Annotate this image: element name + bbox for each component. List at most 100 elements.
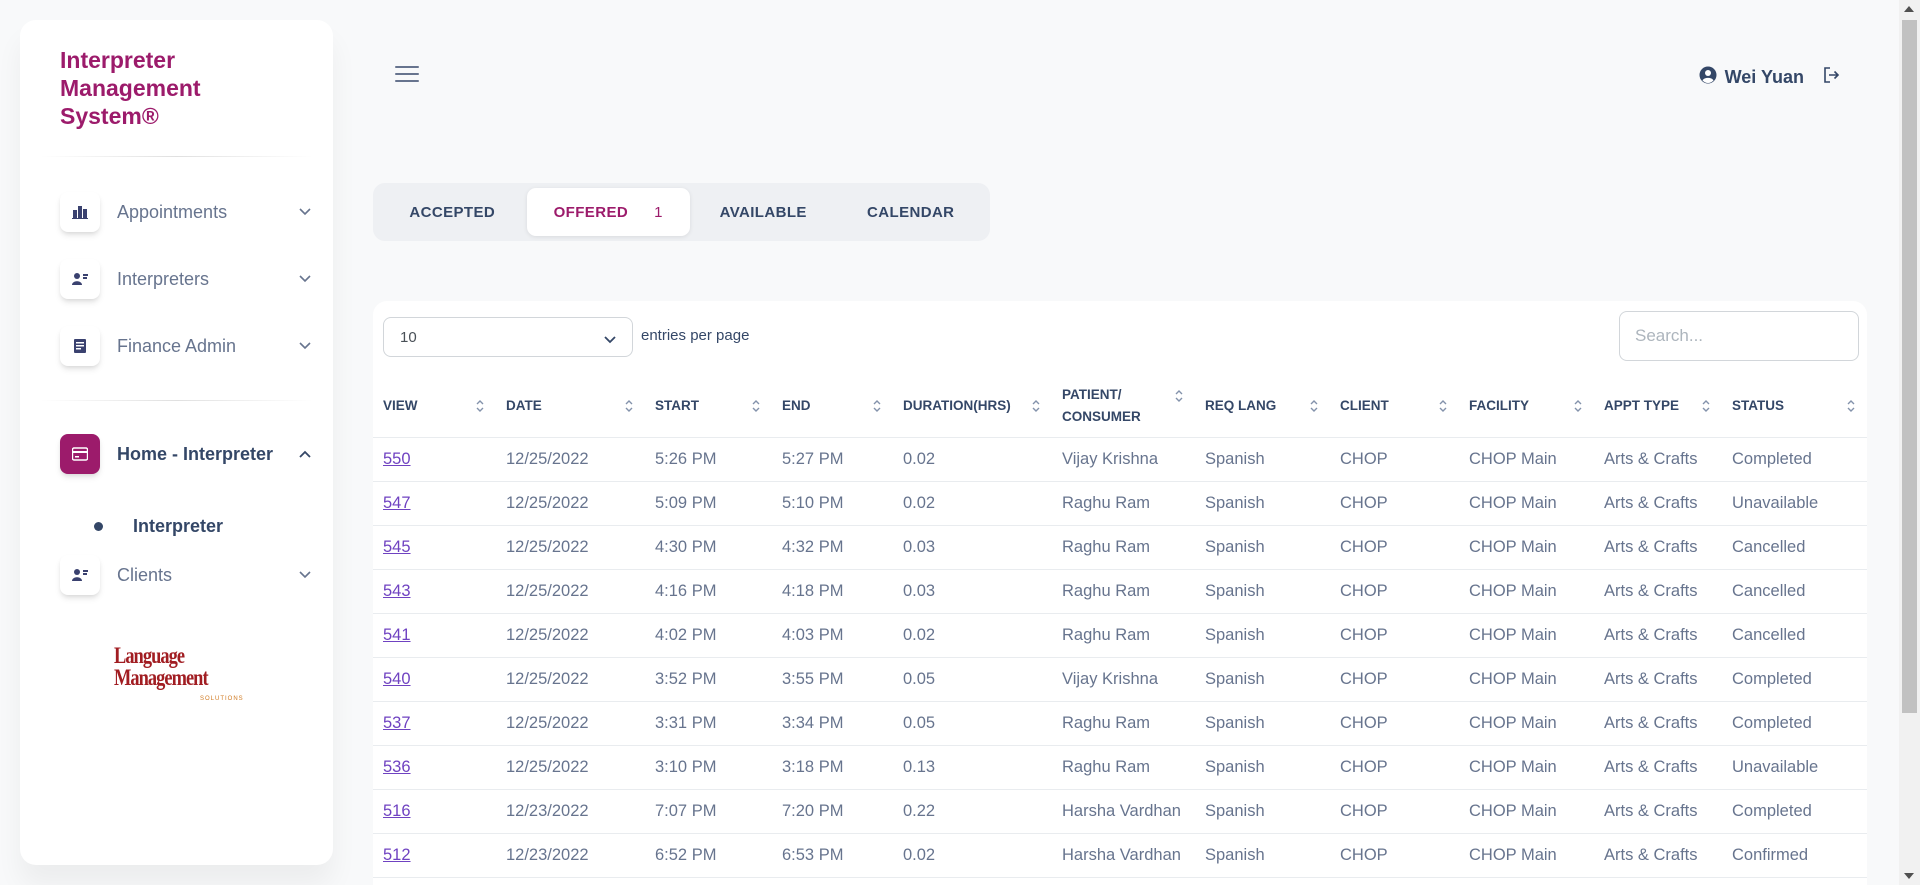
page-scrollbar[interactable]: [1899, 0, 1920, 885]
chevron-down-icon: [298, 205, 312, 219]
column-header[interactable]: END: [772, 375, 893, 438]
tab-available[interactable]: AVAILABLE: [690, 188, 837, 236]
sidebar-item-clients[interactable]: Clients: [60, 553, 315, 597]
table-cell: 512: [373, 833, 496, 878]
table-cell: Spanish: [1195, 437, 1330, 482]
table-cell: Raghu Ram: [1052, 569, 1195, 614]
column-header-label: DURATION(HRS): [903, 397, 1011, 413]
table-cell: CHOP Main: [1459, 569, 1594, 614]
tab-calendar[interactable]: CALENDAR: [836, 188, 985, 236]
table-cell: Raghu Ram: [1052, 701, 1195, 746]
table-cell: Unavailable: [1722, 745, 1867, 790]
table-cell: Unavailable: [1722, 481, 1867, 526]
view-link[interactable]: 541: [383, 626, 411, 644]
view-link[interactable]: 550: [383, 450, 411, 468]
scroll-down-arrow-icon[interactable]: [1904, 873, 1914, 879]
appointments-card: 10 entries per page VIEW DATE START END DURA…: [373, 301, 1867, 885]
table-cell: 12/25/2022: [496, 657, 645, 702]
table-cell: Spanish: [1195, 481, 1330, 526]
table-cell: 3:34 PM: [772, 701, 893, 746]
table-cell: CHOP Main: [1459, 657, 1594, 702]
table-cell: 537: [373, 701, 496, 746]
tab-accepted[interactable]: ACCEPTED: [378, 188, 527, 236]
view-link[interactable]: 547: [383, 494, 411, 512]
table-cell: 12/25/2022: [496, 569, 645, 614]
user-card-icon: [60, 259, 100, 299]
user-menu[interactable]: Wei Yuan: [1699, 66, 1840, 89]
table-cell: Arts & Crafts: [1594, 833, 1722, 878]
view-link[interactable]: 512: [383, 846, 411, 864]
column-header[interactable]: VIEW: [373, 375, 496, 438]
table-row: 536 12/25/2022 3:10 PM 3:18 PM 0.13 Raghu Ram…: [373, 745, 1867, 790]
column-header[interactable]: DATE: [496, 375, 645, 438]
column-header[interactable]: START: [645, 375, 772, 438]
table-cell: CHOP Main: [1459, 481, 1594, 526]
column-header[interactable]: APPT TYPE: [1594, 375, 1722, 438]
column-header[interactable]: CLIENT: [1330, 375, 1459, 438]
table-cell: Harsha Vardhan: [1052, 833, 1195, 878]
tab-label: AVAILABLE: [719, 203, 807, 221]
search-input[interactable]: [1619, 311, 1859, 361]
view-link[interactable]: 540: [383, 670, 411, 688]
column-header[interactable]: FACILITY: [1459, 375, 1594, 438]
sidebar-item-interpreters[interactable]: Interpreters: [60, 257, 315, 301]
table-cell: Arts & Crafts: [1594, 745, 1722, 790]
column-header-label: CLIENT: [1340, 397, 1389, 413]
table-cell: 7:07 PM: [645, 789, 772, 834]
bullet-icon: [94, 522, 103, 531]
view-link[interactable]: 536: [383, 758, 411, 776]
column-header[interactable]: PATIENT/ CONSUMER: [1052, 375, 1195, 438]
table-row: 540 12/25/2022 3:52 PM 3:55 PM 0.05 Vijay Kri…: [373, 657, 1867, 702]
sort-icon: [752, 399, 760, 412]
table-cell: Completed: [1722, 657, 1867, 702]
table-cell: CHOP Main: [1459, 701, 1594, 746]
company-logo: Language Management SOLUTIONS: [114, 643, 244, 702]
table-cell: 3:31 PM: [645, 701, 772, 746]
logout-icon[interactable]: [1822, 66, 1840, 89]
logo-line2: Management: [114, 665, 209, 690]
select-value: 10: [400, 328, 417, 346]
column-header-label: START: [655, 397, 699, 413]
tab-label: CALENDAR: [867, 203, 955, 221]
column-header[interactable]: DURATION(HRS): [893, 375, 1052, 438]
column-header[interactable]: STATUS: [1722, 375, 1867, 438]
table-cell: 12/23/2022: [496, 833, 645, 878]
table-cell: 4:32 PM: [772, 525, 893, 570]
column-header-label: PATIENT/ CONSUMER: [1062, 386, 1141, 424]
column-header-label: DATE: [506, 397, 542, 413]
sidebar-item-label: Appointments: [117, 201, 228, 222]
view-link[interactable]: 516: [383, 802, 411, 820]
view-link[interactable]: 543: [383, 582, 411, 600]
table-cell: 545: [373, 525, 496, 570]
entries-per-page-select[interactable]: 10: [383, 317, 633, 357]
table-cell: 7:20 PM: [772, 789, 893, 834]
table-cell: 3:52 PM: [645, 657, 772, 702]
table-cell: Arts & Crafts: [1594, 437, 1722, 482]
table-cell: 4:30 PM: [645, 525, 772, 570]
view-link[interactable]: 537: [383, 714, 411, 732]
sort-icon: [1175, 390, 1183, 402]
scrollbar-thumb[interactable]: [1902, 20, 1917, 713]
view-link[interactable]: 545: [383, 538, 411, 556]
sidebar-item-home-interpreter[interactable]: Home - Interpreter: [60, 432, 315, 476]
logo-line1: Language: [114, 643, 185, 668]
app-title: Interpreter Management System®: [60, 47, 201, 129]
hamburger-menu-icon[interactable]: [395, 66, 419, 86]
table-cell: CHOP: [1330, 525, 1459, 570]
table-cell: 12/25/2022: [496, 613, 645, 658]
table-cell: 3:55 PM: [772, 657, 893, 702]
sidebar-item-appointments[interactable]: Appointments: [60, 190, 315, 234]
column-header[interactable]: REQ LANG: [1195, 375, 1330, 438]
sidebar-item-finance-admin[interactable]: Finance Admin: [60, 324, 315, 368]
scroll-up-arrow-icon[interactable]: [1904, 6, 1914, 12]
table-cell: 547: [373, 481, 496, 526]
table-cell: 0.13: [893, 745, 1052, 790]
table-cell: Arts & Crafts: [1594, 525, 1722, 570]
table-cell: 12/23/2022: [496, 789, 645, 834]
table-cell: 4:03 PM: [772, 613, 893, 658]
sidebar-subitem-interpreter[interactable]: Interpreter: [94, 516, 223, 537]
tab-offered[interactable]: OFFERED 1: [526, 188, 690, 236]
table-cell: Raghu Ram: [1052, 745, 1195, 790]
table-cell: Cancelled: [1722, 525, 1867, 570]
table-cell: 0.02: [893, 613, 1052, 658]
